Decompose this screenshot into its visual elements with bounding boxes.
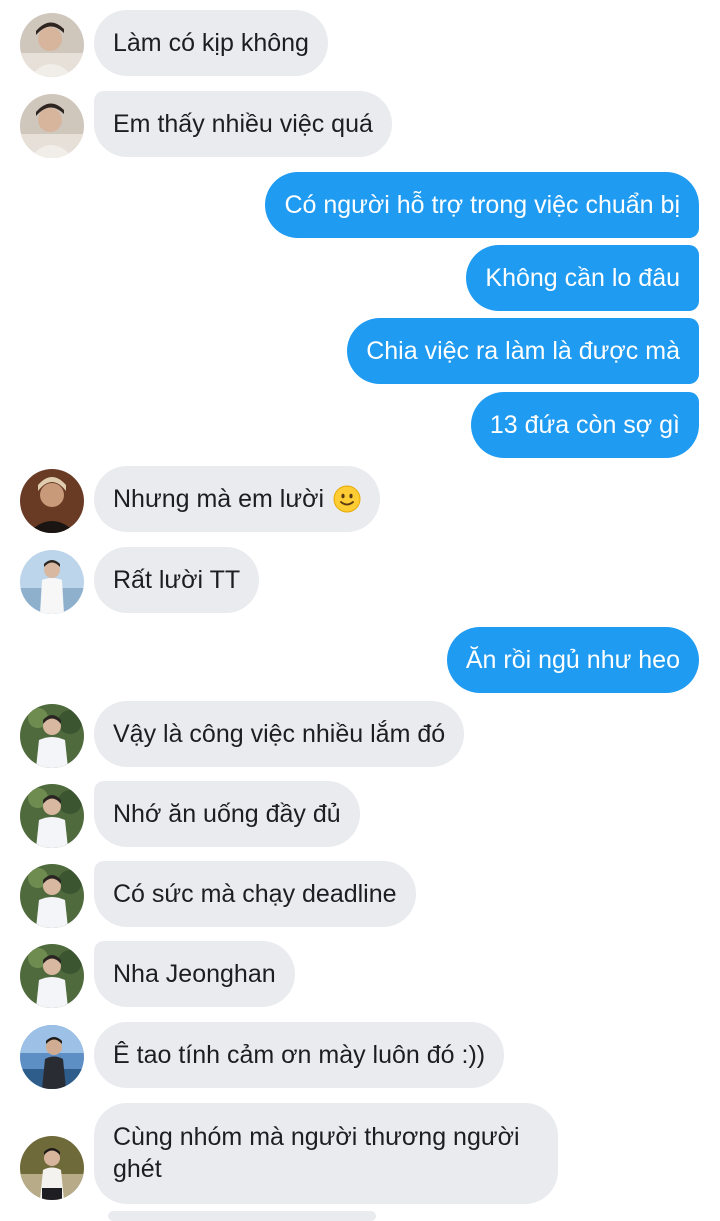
- message-bubble-incoming[interactable]: Nhớ ăn uống đầy đủ: [94, 781, 360, 847]
- message-bubble-incoming[interactable]: Vậy là công việc nhiều lắm đó: [94, 701, 465, 767]
- message-bubble-outgoing[interactable]: 13 đứa còn sợ gì: [470, 392, 699, 458]
- avatar[interactable]: [20, 1025, 84, 1089]
- message-row: Ê tao tính cảm ơn mày luôn đó :)): [0, 1022, 720, 1092]
- message-row: 13 đứa còn sợ gì: [0, 392, 720, 458]
- chat-thread: Làm có kịp không Em thấy nhiều việc quá …: [0, 0, 720, 1221]
- message-row: Ăn rồi ngủ như heo: [0, 627, 720, 693]
- avatar[interactable]: [20, 1136, 84, 1200]
- message-row: Nhớ ăn uống đầy đủ: [0, 781, 720, 851]
- message-row: Cùng nhóm mà người thương người ghét: [0, 1103, 720, 1204]
- message-row: Chia việc ra làm là được mà: [0, 318, 720, 384]
- message-bubble-outgoing[interactable]: Chia việc ra làm là được mà: [347, 318, 699, 384]
- message-text: Vậy là công việc nhiều lắm đó: [113, 720, 446, 748]
- message-text: Có người hỗ trợ trong việc chuẩn bị: [284, 191, 680, 219]
- message-row: Có người hỗ trợ trong việc chuẩn bị: [0, 172, 720, 238]
- message-text: Có sức mà chạy deadline: [113, 880, 397, 908]
- avatar[interactable]: [20, 13, 84, 77]
- message-bubble-incoming[interactable]: Nha Jeonghan: [94, 941, 295, 1007]
- message-text: Ăn rồi ngủ như heo: [465, 646, 680, 674]
- message-bubble-outgoing[interactable]: Không cần lo đâu: [466, 245, 699, 311]
- message-row: Làm có kịp không: [0, 10, 720, 80]
- message-bubble-incoming[interactable]: Làm có kịp không: [94, 10, 328, 76]
- avatar[interactable]: [20, 704, 84, 768]
- avatar[interactable]: [20, 784, 84, 848]
- message-bubble-outgoing[interactable]: Ăn rồi ngủ như heo: [446, 627, 699, 693]
- message-row: Nha Jeonghan: [0, 941, 720, 1011]
- message-row: Không cần lo đâu: [0, 245, 720, 311]
- message-text: Làm có kịp không: [113, 29, 309, 57]
- message-text: Em thấy nhiều việc quá: [113, 110, 373, 138]
- avatar[interactable]: [20, 944, 84, 1008]
- message-bubble-incoming[interactable]: Có sức mà chạy deadline: [94, 861, 416, 927]
- message-text: Chia việc ra làm là được mà: [366, 337, 680, 365]
- avatar[interactable]: [20, 469, 84, 533]
- avatar[interactable]: [20, 864, 84, 928]
- message-text: Rất lười TT: [113, 566, 241, 594]
- message-text: Nhớ ăn uống đầy đủ: [113, 800, 341, 828]
- message-bubble-incoming[interactable]: Em thấy nhiều việc quá: [94, 91, 392, 157]
- slightly-smiling-face-icon: [333, 472, 361, 513]
- message-bubble-incoming[interactable]: Nhưng mà em lười: [94, 466, 380, 532]
- message-row: Rất lười TT: [0, 547, 720, 617]
- avatar[interactable]: [20, 94, 84, 158]
- message-row: Nhưng mà em lười: [0, 466, 720, 536]
- message-text: 13 đứa còn sợ gì: [489, 411, 680, 439]
- avatar[interactable]: [20, 550, 84, 614]
- message-bubble-outgoing[interactable]: Có người hỗ trợ trong việc chuẩn bị: [265, 172, 699, 238]
- message-row: Có sức mà chạy deadline: [0, 861, 720, 931]
- message-bubble-incoming[interactable]: Ê tao tính cảm ơn mày luôn đó :)): [94, 1022, 505, 1088]
- message-text: Nhưng mà em lười: [113, 485, 325, 513]
- message-text: Cùng nhóm mà người thương người ghét: [113, 1123, 520, 1183]
- next-message-bubble-peek: [108, 1211, 376, 1221]
- message-row: Vậy là công việc nhiều lắm đó: [0, 701, 720, 771]
- message-bubble-incoming[interactable]: Cùng nhóm mà người thương người ghét: [94, 1103, 558, 1204]
- message-bubble-incoming[interactable]: Rất lười TT: [94, 547, 260, 613]
- message-text: Ê tao tính cảm ơn mày luôn đó :)): [113, 1041, 486, 1069]
- message-row: Em thấy nhiều việc quá: [0, 91, 720, 161]
- message-text: Không cần lo đâu: [485, 264, 680, 292]
- message-text: Nha Jeonghan: [113, 960, 276, 988]
